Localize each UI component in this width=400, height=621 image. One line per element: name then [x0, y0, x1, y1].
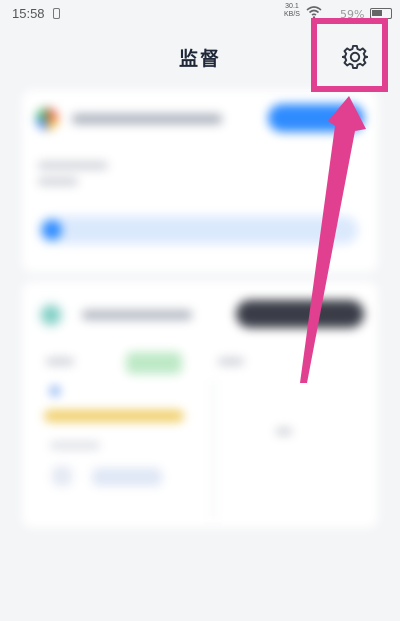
pointer-arrow [300, 96, 366, 383]
